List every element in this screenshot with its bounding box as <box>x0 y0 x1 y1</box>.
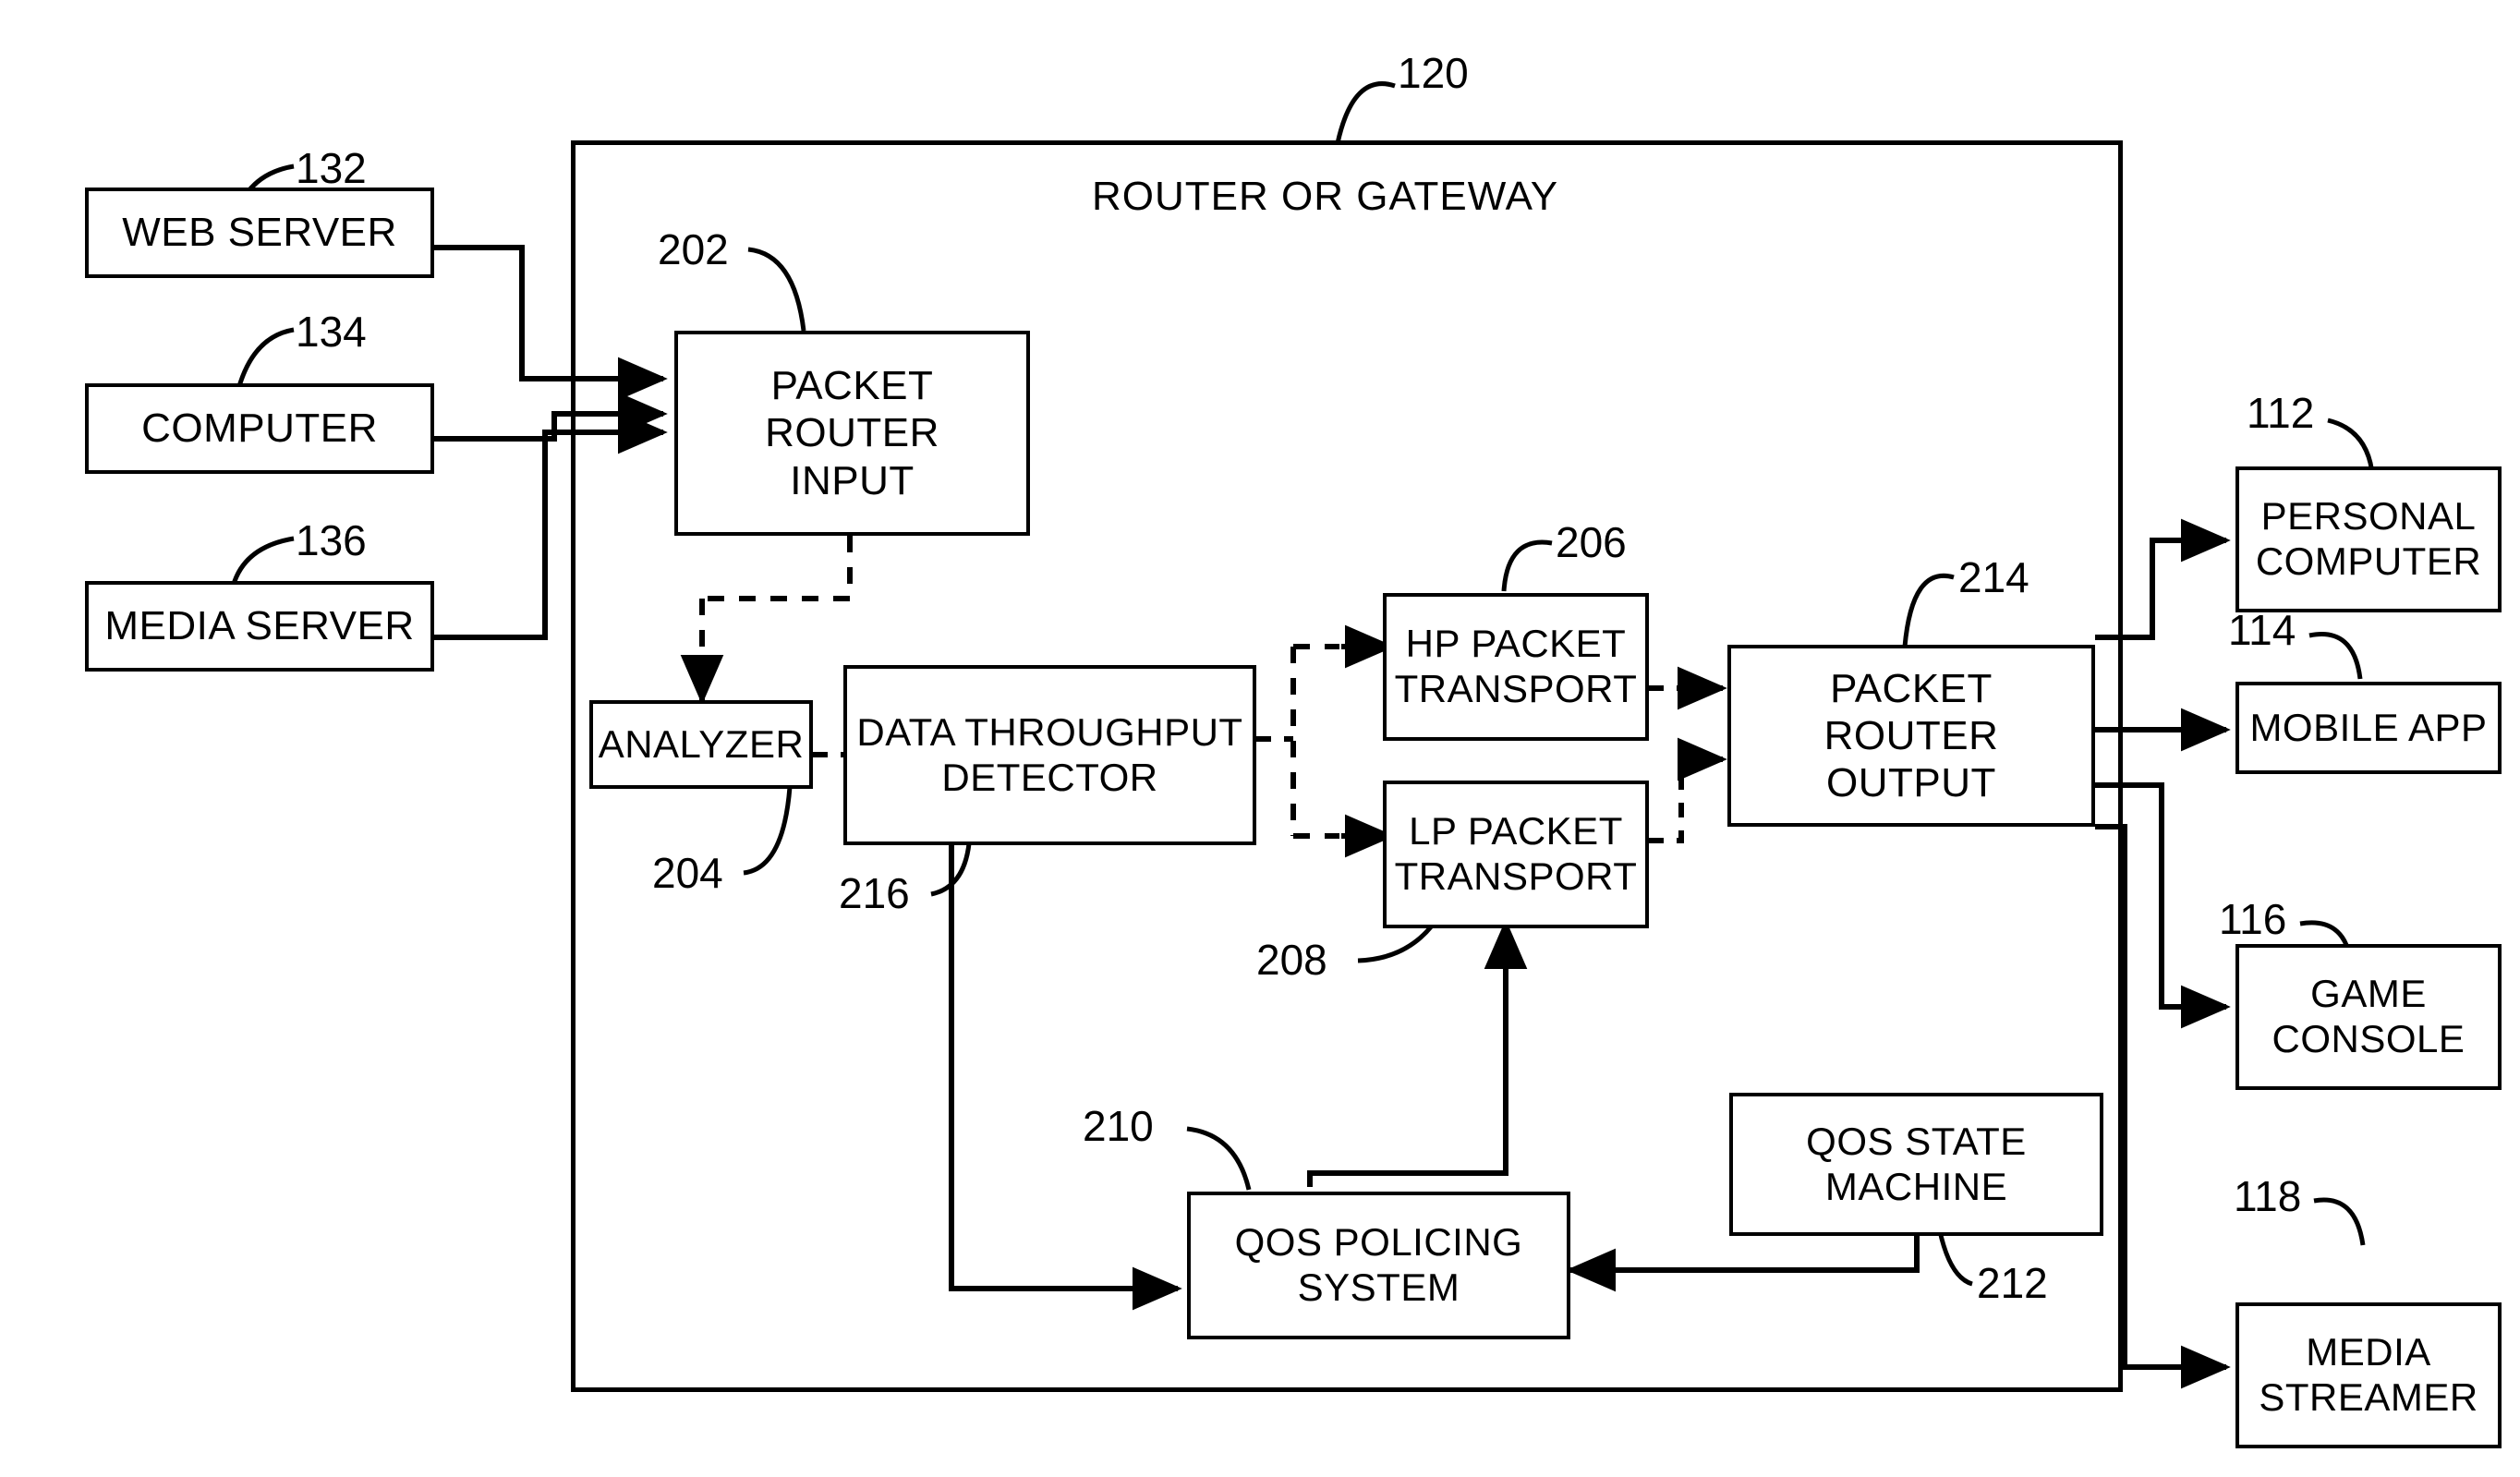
leader-112 <box>2327 418 2375 474</box>
node-personal-computer[interactable]: PERSONAL COMPUTER <box>2235 466 2502 612</box>
ref-numeral-202: 202 <box>658 225 729 273</box>
node-mobile-app[interactable]: MOBILE APP <box>2235 682 2502 774</box>
node-computer[interactable]: COMPUTER <box>85 383 434 474</box>
ref-numeral-136: 136 <box>296 516 367 564</box>
leader-114 <box>2308 632 2363 680</box>
node-data-throughput-detector[interactable]: DATA THROUGHPUT DETECTOR <box>843 665 1256 845</box>
ref-numeral-120: 120 <box>1398 49 1469 97</box>
node-lp-packet-transport[interactable]: LP PACKET TRANSPORT <box>1383 781 1649 928</box>
leader-120 <box>1335 81 1396 144</box>
node-media-streamer[interactable]: MEDIA STREAMER <box>2235 1302 2502 1448</box>
ref-numeral-216: 216 <box>839 869 910 917</box>
node-personal-computer-line1: PERSONAL <box>2260 494 2477 539</box>
node-web-server[interactable]: WEB SERVER <box>85 188 434 278</box>
node-qos-policing-system-line2: SYSTEM <box>1297 1265 1460 1309</box>
ref-numeral-208: 208 <box>1256 936 1327 984</box>
node-qos-state-machine-line2: MACHINE <box>1824 1164 2008 1208</box>
figure-canvas: ROUTER OR GATEWAY WEB SERVER COMPUTER ME… <box>0 0 2520 1477</box>
node-computer-label: COMPUTER <box>141 406 378 452</box>
node-game-console[interactable]: GAME CONSOLE <box>2235 944 2502 1090</box>
node-packet-router-input-line1: PACKET ROUTER <box>765 363 939 456</box>
node-analyzer-label: ANALYZER <box>598 721 805 766</box>
ref-numeral-114: 114 <box>2228 606 2296 654</box>
node-web-server-label: WEB SERVER <box>122 210 397 256</box>
node-game-console-line1: GAME <box>2310 972 2427 1016</box>
node-media-server-label: MEDIA SERVER <box>104 603 415 649</box>
ref-numeral-204: 204 <box>652 849 723 897</box>
ref-numeral-206: 206 <box>1556 518 1627 566</box>
node-lp-packet-transport-line2: TRANSPORT <box>1394 854 1638 898</box>
node-hp-packet-transport-line1: HP PACKET <box>1405 622 1627 666</box>
node-media-streamer-line2: STREAMER <box>2259 1375 2478 1419</box>
node-qos-policing-system[interactable]: QOS POLICING SYSTEM <box>1187 1192 1570 1339</box>
leader-118 <box>2313 1197 2366 1246</box>
node-hp-packet-transport-line2: TRANSPORT <box>1394 667 1638 710</box>
ref-numeral-116: 116 <box>2219 895 2287 943</box>
ref-numeral-134: 134 <box>296 308 367 356</box>
ref-numeral-210: 210 <box>1083 1102 1154 1150</box>
ref-numeral-118: 118 <box>2234 1172 2302 1220</box>
node-media-server[interactable]: MEDIA SERVER <box>85 581 434 672</box>
node-mobile-app-label: MOBILE APP <box>2249 705 2488 749</box>
node-packet-router-output[interactable]: PACKET ROUTER OUTPUT <box>1727 645 2095 827</box>
node-packet-router-input-line2: INPUT <box>790 457 915 503</box>
ref-numeral-212: 212 <box>1977 1259 2048 1307</box>
node-qos-policing-system-line1: QOS POLICING <box>1234 1220 1523 1265</box>
ref-numeral-132: 132 <box>296 144 367 192</box>
node-hp-packet-transport[interactable]: HP PACKET TRANSPORT <box>1383 593 1649 741</box>
node-qos-state-machine-line1: QOS STATE <box>1806 1119 2027 1163</box>
node-data-throughput-detector-line2: DETECTOR <box>941 755 1158 799</box>
ref-numeral-214: 214 <box>1958 553 2029 601</box>
node-personal-computer-line2: COMPUTER <box>2255 539 2482 583</box>
node-game-console-line2: CONSOLE <box>2272 1017 2465 1060</box>
node-packet-router-output-line1: PACKET ROUTER <box>1823 665 1999 758</box>
node-packet-router-output-line2: OUTPUT <box>1826 760 1996 806</box>
router-or-gateway-title: ROUTER OR GATEWAY <box>1092 174 1559 219</box>
node-lp-packet-transport-line1: LP PACKET <box>1409 809 1623 854</box>
ref-numeral-112: 112 <box>2247 389 2315 437</box>
node-media-streamer-line1: MEDIA <box>2306 1330 2431 1374</box>
node-data-throughput-detector-line1: DATA THROUGHPUT <box>856 709 1243 754</box>
node-analyzer[interactable]: ANALYZER <box>589 700 813 789</box>
node-qos-state-machine[interactable]: QOS STATE MACHINE <box>1729 1093 2103 1236</box>
node-packet-router-input[interactable]: PACKET ROUTER INPUT <box>674 331 1030 536</box>
